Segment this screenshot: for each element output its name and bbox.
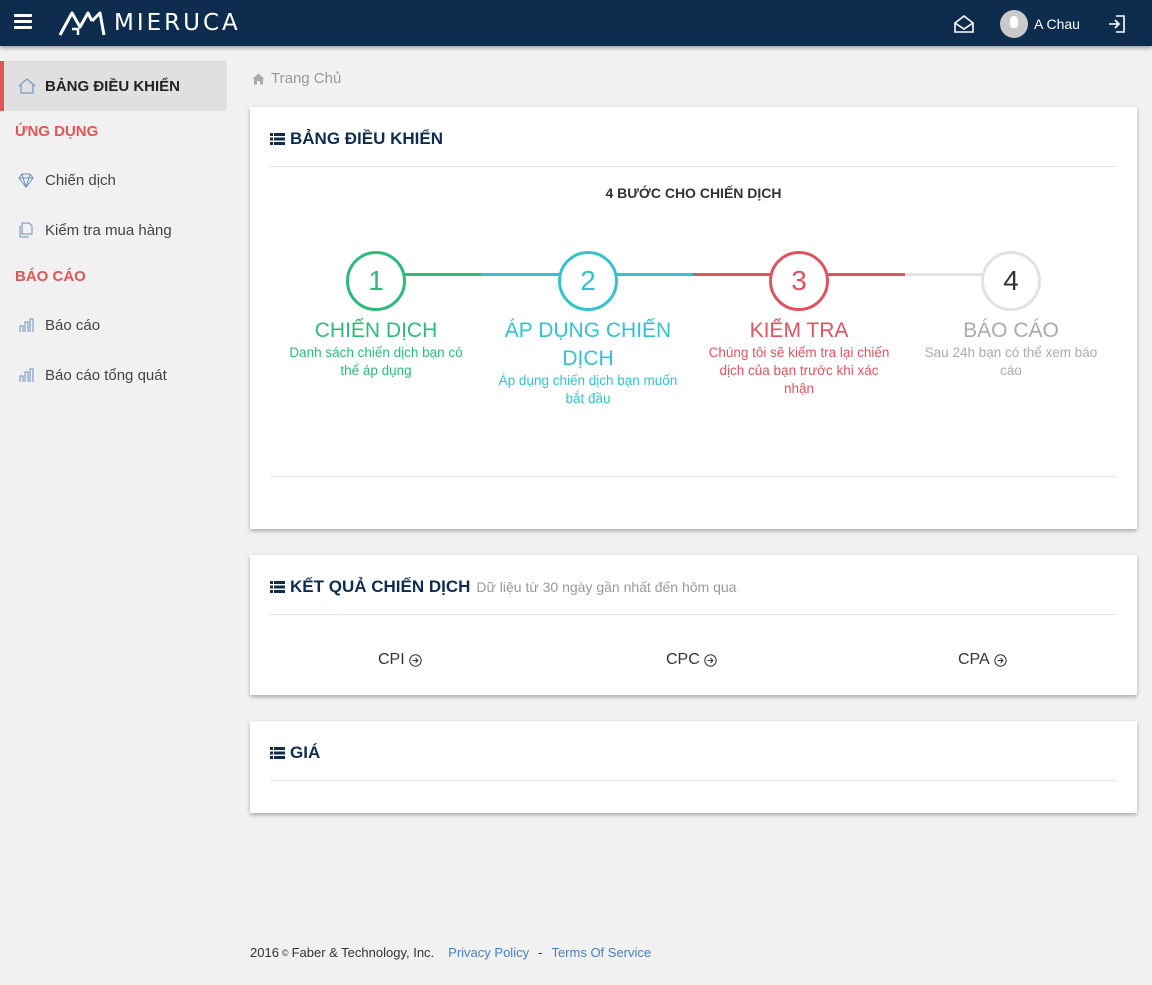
copy-icon	[19, 222, 33, 238]
arrow-circle-right-icon	[408, 653, 422, 667]
sidebar-item-label: Báo cáo	[45, 316, 101, 334]
list-icon	[270, 747, 285, 759]
sidebar-item-label: BẢNG ĐIỀU KHIỂN	[45, 77, 181, 95]
metric-label: CPC	[666, 651, 700, 668]
panel-title: KẾT QUẢ CHIẾN DỊCH	[290, 577, 471, 596]
dashboard-panel: BẢNG ĐIỀU KHIỂN 4 BƯỚC CHO CHIẾN DỊCH 1 …	[250, 107, 1137, 529]
sidebar-item-purchase-check[interactable]: Kiểm tra mua hàng	[0, 210, 227, 250]
sidebar-item-label: Kiểm tra mua hàng	[45, 221, 172, 239]
divider	[270, 614, 1116, 615]
breadcrumb: Trang Chủ	[252, 70, 341, 87]
home-icon	[252, 73, 265, 84]
step-3-desc: Chúng tôi sẽ kiểm tra lại chiến dịch của…	[708, 345, 890, 396]
step-2-name: ÁP DỤNG CHIẾN DỊCH	[504, 319, 672, 370]
campaign-results-panel: KẾT QUẢ CHIẾN DỊCH Dữ liệu từ 30 ngày gầ…	[250, 555, 1137, 695]
divider	[270, 166, 1116, 167]
metric-cpa-link[interactable]: CPA	[958, 651, 1007, 669]
copyright-symbol: ©	[281, 947, 289, 958]
step-4-circle: 4	[981, 251, 1041, 311]
sidebar-item-overview-report[interactable]: Báo cáo tổng quát	[0, 355, 227, 395]
terms-of-service-link[interactable]: Terms Of Service	[551, 945, 651, 960]
step-2-desc: Áp dụng chiến dịch bạn muốn bắt đầu	[498, 373, 678, 406]
panel-header: GIÁ	[270, 743, 320, 763]
menu-icon[interactable]	[14, 14, 32, 30]
panel-header: BẢNG ĐIỀU KHIỂN	[270, 129, 443, 149]
arrow-circle-right-icon	[704, 653, 717, 667]
logo-mark-icon	[58, 11, 106, 36]
bar-chart-icon	[19, 318, 34, 332]
avatar	[1000, 10, 1028, 38]
logout-icon[interactable]	[1107, 14, 1127, 34]
sidebar-item-label: Báo cáo tổng quát	[45, 366, 167, 384]
logo-text: MIERUCA	[114, 10, 241, 36]
logo[interactable]: MIERUCA	[58, 8, 241, 38]
footer-company: Faber & Technology, Inc.	[291, 945, 435, 960]
metric-label: CPI	[378, 651, 405, 668]
metric-cpi-link[interactable]: CPI	[378, 651, 422, 669]
user-name: A Chau	[1034, 16, 1080, 32]
footer-separator: -	[538, 945, 543, 960]
divider	[270, 476, 1116, 477]
metric-cpc-link[interactable]: CPC	[666, 651, 717, 669]
metric-label: CPA	[958, 651, 990, 668]
step-1-name: CHIẾN DỊCH	[314, 319, 438, 342]
sidebar-item-report[interactable]: Báo cáo	[0, 305, 227, 345]
divider	[270, 780, 1116, 781]
diamond-icon	[18, 173, 34, 188]
step-3-circle: 3	[769, 251, 829, 311]
panel-title: BẢNG ĐIỀU KHIỂN	[290, 129, 444, 148]
step-4-desc: Sau 24h bạn có thể xem báo cáo	[924, 345, 1098, 378]
step-1-desc: Danh sách chiến dịch bạn có thể áp dụng	[289, 345, 463, 378]
privacy-policy-link[interactable]: Privacy Policy	[448, 945, 529, 960]
panel-subtitle: Dữ liệu từ 30 ngày gần nhất đến hôm qua	[476, 579, 737, 595]
sidebar-item-campaign[interactable]: Chiến dịch	[0, 160, 227, 200]
mail-icon[interactable]	[953, 14, 975, 34]
price-panel: GIÁ	[250, 721, 1137, 813]
steps-title: 4 BƯỚC CHO CHIẾN DỊCH	[605, 185, 782, 201]
breadcrumb-home-link[interactable]: Trang Chủ	[271, 70, 341, 87]
step-2-circle: 2	[558, 251, 618, 311]
top-navbar: MIERUCA A Chau	[0, 0, 1152, 46]
home-icon	[18, 78, 36, 94]
sidebar-section-reports: BÁO CÁO	[15, 268, 86, 285]
sidebar-item-label: Chiến dịch	[45, 171, 116, 189]
bar-chart-icon	[19, 368, 34, 382]
user-menu[interactable]: A Chau	[1000, 10, 1080, 38]
panel-header: KẾT QUẢ CHIẾN DỊCH Dữ liệu từ 30 ngày gầ…	[270, 577, 736, 597]
list-icon	[270, 133, 285, 145]
footer: 2016 © Faber & Technology, Inc. Privacy …	[250, 945, 651, 960]
arrow-circle-right-icon	[994, 653, 1007, 667]
step-3-name: KIỂM TRA	[749, 319, 849, 342]
sidebar-item-dashboard[interactable]: BẢNG ĐIỀU KHIỂN	[0, 61, 227, 111]
sidebar-section-apps: ỨNG DỤNG	[15, 123, 99, 140]
step-1-circle: 1	[346, 251, 406, 311]
list-icon	[270, 581, 285, 593]
footer-year: 2016	[250, 945, 279, 960]
panel-title: GIÁ	[290, 743, 321, 762]
step-4-name: BÁO CÁO	[963, 319, 1059, 342]
